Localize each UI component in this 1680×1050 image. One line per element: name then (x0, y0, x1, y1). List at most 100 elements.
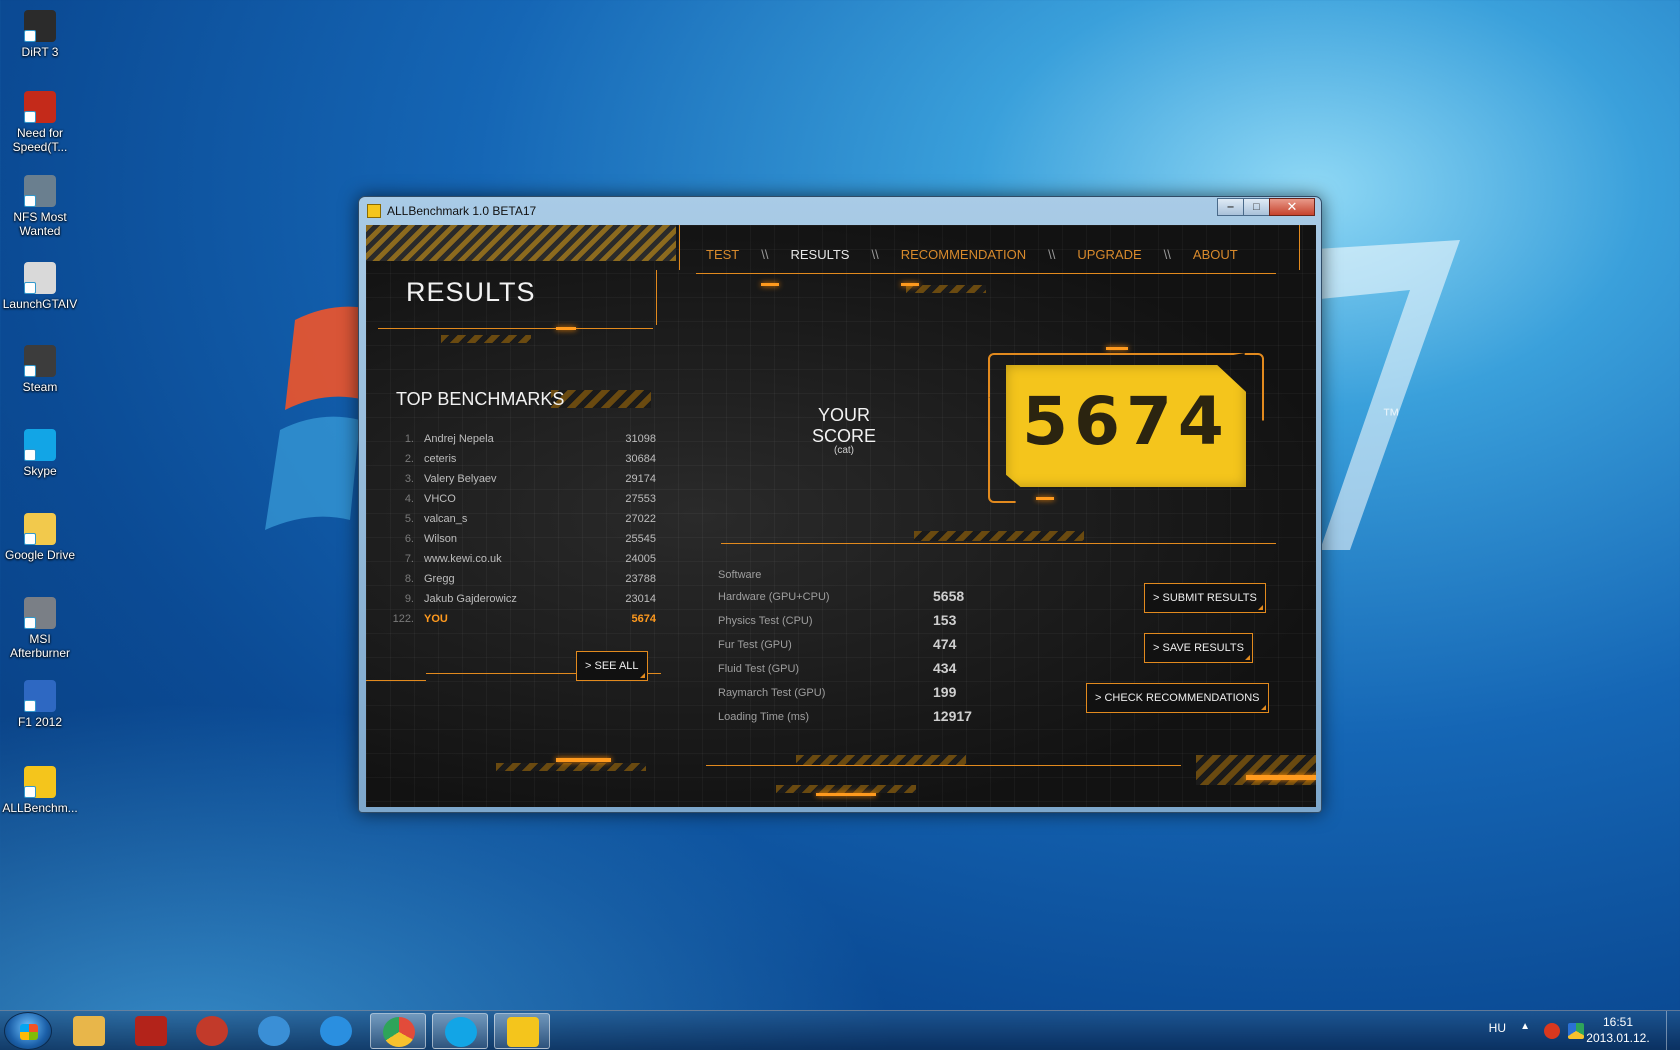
submit-results-button[interactable]: > SUBMIT RESULTS (1144, 583, 1266, 613)
decor-light (1106, 347, 1128, 350)
stat-label: Physics Test (CPU) (718, 615, 813, 627)
rank: 122. (392, 613, 414, 625)
decor-light (1036, 497, 1054, 500)
minimize-icon: ‒ (1227, 201, 1234, 213)
player-score: 30684 (625, 453, 656, 465)
windows-flag-icon (20, 1024, 38, 1040)
score-value: 5674 (1022, 383, 1230, 460)
desktop-icon-msi-afterburner[interactable]: MSI Afterburner (0, 597, 80, 660)
player-name: Gregg (424, 573, 455, 585)
tab-upgrade[interactable]: UPGRADE (1077, 247, 1141, 262)
desktop-icon-gtaiv[interactable]: LaunchGTAIV (0, 262, 80, 311)
desktop-icon-dirt3[interactable]: DiRT 3 (0, 10, 80, 59)
stat-row: Loading Time (ms) 12917 (718, 707, 998, 731)
rank: 1. (404, 433, 414, 445)
close-button[interactable]: ✕ (1269, 198, 1315, 216)
save-results-button[interactable]: > SAVE RESULTS (1144, 633, 1253, 663)
player-score: 24005 (625, 553, 656, 565)
tab-recommendation[interactable]: RECOMMENDATION (901, 247, 1026, 262)
clock[interactable]: 16:51 2013.01.12. (1578, 1014, 1658, 1046)
desktop-icon-f1-2012[interactable]: F1 2012 (0, 680, 80, 729)
trademark-mark: ™ (1382, 405, 1400, 425)
decor-line (523, 328, 653, 329)
nav-separator: \\ (1163, 247, 1171, 262)
internet-explorer-icon (320, 1016, 352, 1046)
stats-header-label: Software (718, 569, 762, 581)
tab-test[interactable]: TEST (706, 247, 739, 262)
msi-afterburner-icon (24, 597, 56, 629)
leaderboard-row: 2. ceteris 30684 (386, 453, 656, 473)
player-name: ceteris (424, 453, 457, 465)
maximize-button[interactable]: □ (1243, 198, 1270, 216)
desktop-icon-steam[interactable]: Steam (0, 345, 80, 394)
check-recommendations-button[interactable]: > CHECK RECOMMENDATIONS (1086, 683, 1269, 713)
decor-hatch (441, 335, 531, 343)
language-indicator[interactable]: HU (1489, 1021, 1506, 1035)
taskbar-item-internet-explorer[interactable] (308, 1013, 364, 1049)
taskbar-item-media-center[interactable] (246, 1013, 302, 1049)
leaderboard-row: 6. Wilson 25545 (386, 533, 656, 553)
window-titlebar[interactable]: ALLBenchmark 1.0 BETA17 ‒ □ ✕ (359, 197, 1321, 225)
tab-results[interactable]: RESULTS (790, 247, 849, 262)
stat-row: Fluid Test (GPU) 434 (718, 659, 998, 683)
decor-line (366, 680, 426, 681)
player-name: YOU (424, 613, 448, 625)
clock-time: 16:51 (1602, 1015, 1634, 1029)
stat-row: Raymarch Test (GPU) 199 (718, 683, 998, 707)
leaderboard-row: 4. VHCO 27553 (386, 493, 656, 513)
start-button[interactable] (4, 1012, 52, 1050)
decor-hatch (496, 763, 646, 771)
rank: 3. (404, 473, 414, 485)
player-score: 23014 (625, 593, 656, 605)
taskbar-item-ccleaner[interactable] (184, 1013, 240, 1049)
player-name: Valery Belyaev (424, 473, 497, 485)
tab-about[interactable]: ABOUT (1193, 247, 1238, 262)
explorer-icon (73, 1016, 105, 1046)
player-name: Andrej Nepela (424, 433, 494, 445)
nfs-icon (24, 91, 56, 123)
taskbar-item-skype[interactable] (432, 1013, 488, 1049)
desktop-icon-label: Need for Speed(T... (12, 126, 68, 154)
clock-date: 2013.01.12. (1586, 1031, 1650, 1045)
stat-value: 474 (933, 636, 957, 652)
your-score-text: YOUR SCORE (811, 405, 876, 446)
decor-line (706, 765, 1181, 766)
desktop-icon-google-drive[interactable]: Google Drive (0, 513, 80, 562)
rank: 8. (404, 573, 414, 585)
stats-header: Software (718, 565, 998, 587)
decor-light (556, 327, 576, 330)
allbenchmark-icon (24, 766, 56, 798)
stat-row: Hardware (GPU+CPU) 5658 (718, 587, 998, 611)
close-icon: ✕ (1286, 199, 1298, 214)
show-desktop-button[interactable] (1666, 1011, 1680, 1050)
rank: 7. (404, 553, 414, 565)
allbenchmark-icon (367, 204, 381, 218)
stat-value: 12917 (933, 708, 972, 724)
stat-value: 153 (933, 612, 957, 628)
desktop-icon-nfs[interactable]: Need for Speed(T... (0, 91, 80, 154)
taskbar-item-chrome[interactable] (370, 1013, 426, 1049)
rank: 9. (404, 593, 414, 605)
minimize-button[interactable]: ‒ (1217, 198, 1244, 216)
decor-line (696, 273, 1276, 274)
desktop-icon-label: Steam (22, 380, 58, 394)
taskbar-item-aida64[interactable] (123, 1013, 179, 1049)
decor-light (901, 283, 919, 286)
nav-separator: \\ (761, 247, 769, 262)
desktop-icon-allbenchmark[interactable]: ALLBenchm... (0, 766, 80, 815)
stat-row: Physics Test (CPU) 153 (718, 611, 998, 635)
nfs-most-wanted-icon (24, 175, 56, 207)
desktop-icon-skype[interactable]: Skype (0, 429, 80, 478)
taskbar: HU ▲ 16:51 2013.01.12. (0, 1010, 1680, 1050)
see-all-button[interactable]: > SEE ALL (576, 651, 648, 681)
stat-label: Loading Time (ms) (718, 711, 810, 723)
player-score: 5674 (631, 613, 656, 625)
allbenchmark-icon (507, 1017, 539, 1047)
show-hidden-icons-button[interactable]: ▲ (1520, 1021, 1530, 1032)
taskbar-item-explorer[interactable] (61, 1013, 117, 1049)
player-score: 23788 (625, 573, 656, 585)
flash-icon[interactable] (1544, 1023, 1560, 1039)
taskbar-item-allbenchmark[interactable] (494, 1013, 550, 1049)
decor-hatch (551, 390, 651, 408)
desktop-icon-nfs-most-wanted[interactable]: NFS Most Wanted (0, 175, 80, 238)
